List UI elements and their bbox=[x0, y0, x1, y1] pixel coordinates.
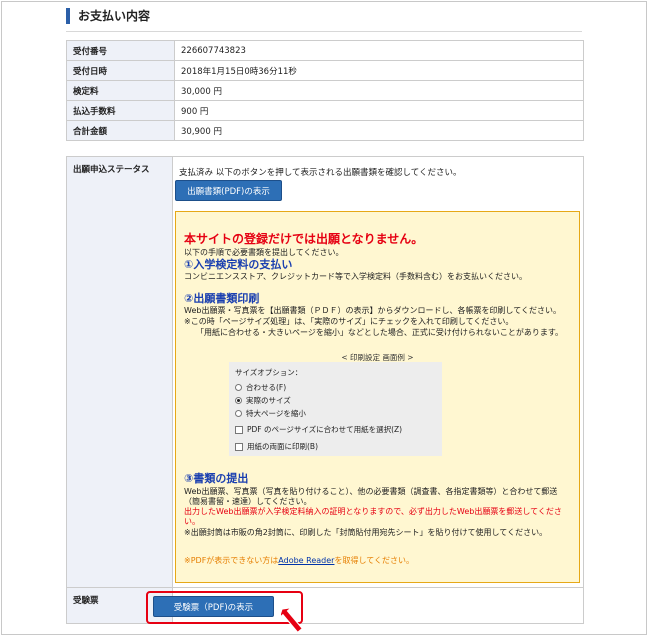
pointer-arrow-icon bbox=[281, 606, 304, 632]
step3-warning-line1: 出力したWeb出願票が入学検定料納入の証明となりますので、必ず出力したWeb出願… bbox=[184, 507, 562, 516]
size-options-title: サイズオプション： bbox=[235, 368, 303, 377]
checkbox-icon bbox=[235, 425, 243, 434]
reader-note-prefix: ※PDFが表示できない方は bbox=[184, 556, 279, 565]
row-label: 払込手数料 bbox=[66, 100, 175, 121]
shrink-option-label: 特大ページを縮小 bbox=[246, 409, 306, 418]
fit-option: 合わせる(F) bbox=[235, 382, 286, 393]
step3-line3: ※出願封筒は市販の角2封筒に、印刷した「封筒貼付用宛先シート」を貼り付けて使用し… bbox=[184, 528, 548, 537]
title-divider bbox=[66, 31, 582, 32]
status-label: 出願申込ステータス bbox=[67, 157, 173, 587]
step2-line3: 「用紙に合わせる・大きいページを縮小」などとした場合、正式に受け付けられないこと… bbox=[196, 328, 564, 337]
radio-icon bbox=[235, 384, 242, 391]
step1-text: コンビニエンスストア、クレジットカード等で入学検定料（手数料含む）をお支払いくだ… bbox=[184, 272, 528, 281]
row-value: 30,000 円 bbox=[174, 80, 584, 101]
radio-selected-icon bbox=[235, 397, 242, 404]
print-options-panel: サイズオプション： 合わせる(F) 実際のサイズ 特大ページを縮小 PDF のペ… bbox=[229, 362, 442, 456]
step3-warning-line2: い。 bbox=[184, 517, 200, 526]
row-value: 30,900 円 bbox=[174, 120, 584, 141]
row-value: 2018年1月15日0時36分11秒 bbox=[174, 60, 584, 81]
row-value: 900 円 bbox=[174, 100, 584, 121]
actual-size-option: 実際のサイズ bbox=[235, 395, 291, 406]
status-description: 支払済み 以下のボタンを押して表示される出願書類を確認してください。 bbox=[179, 168, 462, 178]
application-status-section: 出願申込ステータス 支払済み 以下のボタンを押して表示される出願書類を確認してく… bbox=[66, 156, 584, 588]
choose-paper-option: PDF のページサイズに合わせて用紙を選択(Z) bbox=[235, 424, 402, 435]
adobe-reader-link[interactable]: Adobe Reader bbox=[278, 556, 334, 565]
notice-box: 本サイトの登録だけでは出願となりません。 以下の手順で必要書類を提出してください… bbox=[175, 211, 580, 583]
table-row: 検定料 30,000 円 bbox=[66, 80, 584, 101]
row-label: 合計金額 bbox=[66, 120, 175, 141]
choose-paper-label: PDF のページサイズに合わせて用紙を選択(Z) bbox=[247, 425, 403, 434]
step2-title: ②出願書類印刷 bbox=[184, 292, 260, 305]
step2-line2: ※この時「ページサイズ処理」は、「実際のサイズ」にチェックを入れて印刷してくださ… bbox=[184, 317, 514, 326]
adobe-reader-note: ※PDFが表示できない方はAdobe Readerを取得してください。 bbox=[184, 555, 414, 566]
radio-icon bbox=[235, 410, 242, 417]
exam-ticket-section: 受験票 bbox=[66, 588, 584, 624]
table-row: 合計金額 30,900 円 bbox=[66, 120, 584, 141]
step3-title: ③書類の提出 bbox=[184, 472, 249, 485]
duplex-label: 用紙の両面に印刷(B) bbox=[247, 442, 318, 451]
step1-title: ①入学検定料の支払い bbox=[184, 258, 293, 271]
row-value: 226607743823 bbox=[174, 40, 584, 61]
row-label: 受付日時 bbox=[66, 60, 175, 81]
row-label: 検定料 bbox=[66, 80, 175, 101]
duplex-option: 用紙の両面に印刷(B) bbox=[235, 441, 318, 452]
section-title: お支払い内容 bbox=[66, 8, 150, 24]
row-label: 受付番号 bbox=[66, 40, 175, 61]
table-row: 払込手数料 900 円 bbox=[66, 100, 584, 121]
payment-summary-table: 受付番号 226607743823 受付日時 2018年1月15日0時36分11… bbox=[66, 40, 584, 141]
table-row: 受付番号 226607743823 bbox=[66, 40, 584, 61]
table-row: 受付日時 2018年1月15日0時36分11秒 bbox=[66, 60, 584, 81]
application-pdf-button[interactable]: 出願書類(PDF)の表示 bbox=[175, 180, 282, 201]
step2-line1: Web出願票・写真票を【出願書類（ＰＤＦ）の表示】からダウンロードし、各帳票を印… bbox=[184, 306, 561, 315]
shrink-option: 特大ページを縮小 bbox=[235, 408, 306, 419]
fit-option-label: 合わせる(F) bbox=[246, 383, 287, 392]
actual-size-label: 実際のサイズ bbox=[246, 396, 291, 405]
notice-heading: 本サイトの登録だけでは出願となりません。 bbox=[184, 232, 424, 246]
exam-ticket-pdf-button[interactable]: 受験票（PDF)の表示 bbox=[153, 596, 274, 617]
checkbox-icon bbox=[235, 442, 243, 451]
reader-note-suffix: を取得してください。 bbox=[334, 556, 414, 565]
